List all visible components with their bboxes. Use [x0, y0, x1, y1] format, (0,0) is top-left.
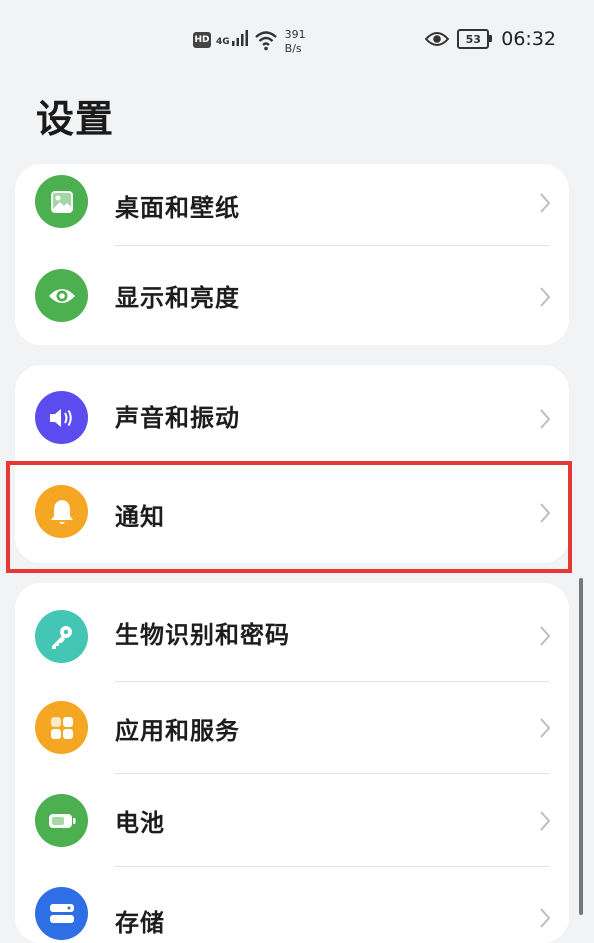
hd-badge: HD — [193, 32, 211, 48]
network-speed: 391 B/s — [285, 28, 306, 56]
wifi-icon — [254, 31, 277, 51]
speed-value: 391 — [284, 28, 306, 41]
clock: 06:32 — [501, 28, 556, 50]
chevron-right-icon — [540, 287, 551, 307]
status-bar-right: 53 06:32 — [425, 28, 556, 50]
storage-icon — [35, 887, 88, 940]
speaker-icon — [35, 391, 88, 444]
network-type: 4G — [216, 37, 230, 47]
settings-item-label: 声音和振动 — [115, 403, 240, 432]
settings-item-biometrics[interactable]: 生物识别和密码 — [15, 583, 569, 682]
settings-item-battery[interactable]: 电池 — [15, 774, 569, 867]
scrollbar[interactable] — [579, 578, 583, 915]
page-title: 设置 — [36, 97, 115, 141]
key-icon — [35, 610, 88, 663]
settings-item-label: 应用和服务 — [115, 716, 240, 745]
settings-item-storage[interactable]: 存储 — [15, 867, 569, 943]
battery-indicator: 53 — [457, 29, 493, 49]
settings-item-label: 显示和亮度 — [115, 284, 240, 312]
eye-icon — [35, 269, 88, 322]
settings-item-label: 存储 — [115, 909, 165, 937]
chevron-right-icon — [540, 811, 551, 831]
wallpaper-icon — [35, 175, 88, 228]
settings-item-notifications[interactable]: 通知 — [15, 465, 569, 563]
chevron-right-icon — [540, 193, 551, 213]
settings-group-system: 生物识别和密码 应用和服务 电池 存储 — [15, 583, 569, 943]
bell-icon — [35, 485, 88, 538]
chevron-right-icon — [540, 908, 551, 928]
settings-group-display: 桌面和壁纸 显示和亮度 — [15, 164, 569, 345]
settings-item-sound[interactable]: 声音和振动 — [15, 365, 569, 465]
battery-icon — [35, 794, 88, 847]
speed-unit: B/s — [284, 42, 302, 55]
cellular-signal-icon: 4G — [216, 29, 249, 47]
settings-item-display[interactable]: 显示和亮度 — [15, 246, 569, 345]
settings-item-label: 生物识别和密码 — [115, 621, 290, 649]
status-bar: HD 4G 391 B/s 53 06:32 — [0, 0, 594, 84]
settings-group-sound: 声音和振动 通知 — [15, 365, 569, 563]
chevron-right-icon — [540, 718, 551, 738]
settings-item-label: 桌面和壁纸 — [115, 193, 240, 222]
chevron-right-icon — [540, 503, 551, 523]
settings-item-wallpaper[interactable]: 桌面和壁纸 — [15, 164, 569, 246]
apps-grid-icon — [35, 701, 88, 754]
chevron-right-icon — [540, 409, 551, 429]
settings-item-label: 通知 — [115, 502, 165, 531]
eye-comfort-icon — [425, 32, 450, 46]
chevron-right-icon — [540, 626, 551, 646]
status-bar-left: HD 4G 391 B/s — [193, 28, 306, 56]
settings-item-apps[interactable]: 应用和服务 — [15, 682, 569, 774]
settings-item-label: 电池 — [115, 809, 165, 837]
